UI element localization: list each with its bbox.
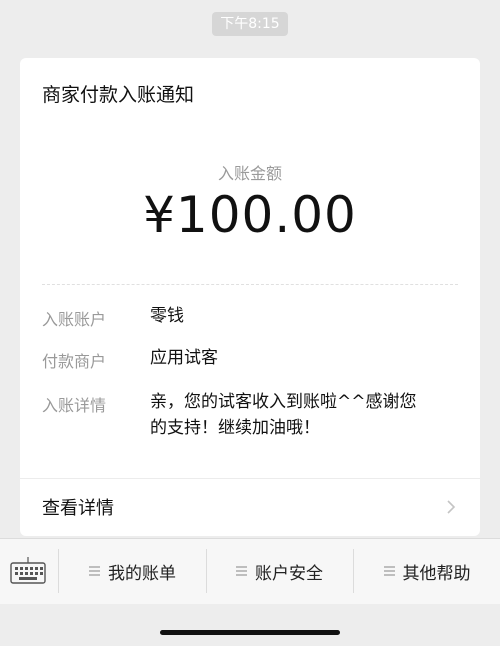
- home-indicator[interactable]: [160, 630, 340, 635]
- timestamp-container: 下午8:15: [0, 12, 500, 36]
- view-details-link[interactable]: 查看详情: [20, 478, 480, 536]
- row-value-details: 亲，您的试客收入到账啦^^感谢您 的支持！继续加油哦！: [150, 389, 460, 441]
- card-title: 商家付款入账通知: [42, 84, 195, 106]
- view-details-label: 查看详情: [42, 498, 114, 519]
- menu-account-security-label: 账户安全: [255, 563, 323, 584]
- menu-separator: [58, 549, 59, 593]
- menu-other-help-label: 其他帮助: [402, 563, 471, 584]
- amount-value: ¥100.00: [143, 186, 357, 244]
- row-value-details-line1: 亲，您的试客收入到账啦^^感谢您: [150, 392, 417, 412]
- row-label-merchant: 付款商户: [42, 352, 107, 371]
- menu-other-help-button[interactable]: 其他帮助: [354, 539, 500, 603]
- chevron-right-icon: [447, 500, 456, 514]
- menu-lines-icon: [236, 566, 247, 576]
- row-value-merchant: 应用试客: [150, 348, 218, 368]
- dashed-divider: [42, 284, 458, 285]
- menu-my-bills-button[interactable]: 我的账单: [60, 539, 205, 603]
- payment-notification-card[interactable]: 商家付款入账通知 入账金额 ¥100.00 入账账户 零钱 付款商户 应用试客 …: [20, 58, 480, 536]
- menu-lines-icon: [383, 566, 395, 576]
- bottom-menu-bar: 我的账单 账户安全 其他帮助: [0, 538, 500, 604]
- keyboard-icon[interactable]: [10, 557, 46, 585]
- row-label-account: 入账账户: [42, 310, 107, 329]
- row-label-details: 入账详情: [42, 396, 107, 415]
- row-value-details-line2: 的支持！继续加油哦！: [150, 418, 320, 438]
- menu-account-security-button[interactable]: 账户安全: [207, 539, 352, 603]
- amount-label: 入账金额: [217, 164, 282, 183]
- row-value-account: 零钱: [150, 306, 184, 326]
- menu-lines-icon: [89, 566, 100, 576]
- timestamp: 下午8:15: [212, 12, 288, 36]
- menu-my-bills-label: 我的账单: [108, 563, 176, 584]
